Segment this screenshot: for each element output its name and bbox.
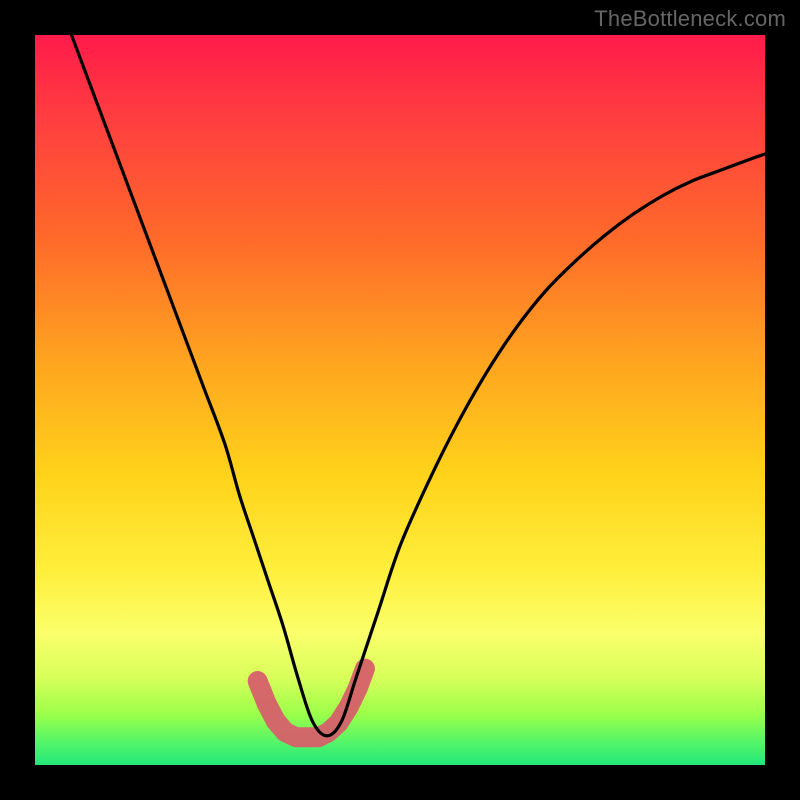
curve-overlay	[35, 35, 765, 765]
bottleneck-curve	[72, 35, 766, 736]
chart-frame: TheBottleneck.com	[0, 0, 800, 800]
watermark-text: TheBottleneck.com	[594, 6, 786, 32]
plot-area	[35, 35, 765, 765]
